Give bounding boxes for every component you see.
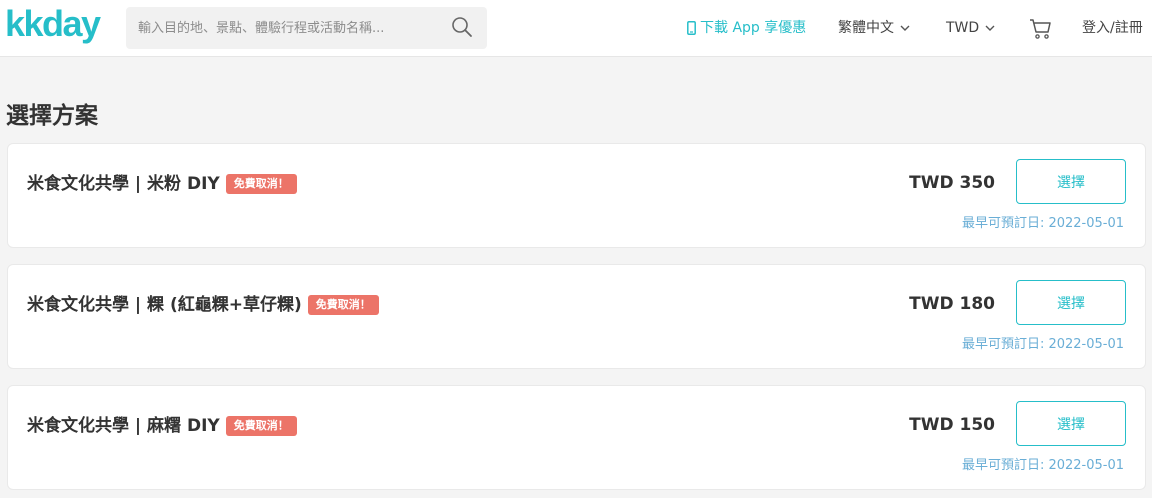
plan-title-wrap: 米食文化共學 | 麻糬 DIY 免費取消！ xyxy=(27,411,297,436)
language-selector[interactable]: 繁體中文 xyxy=(838,0,910,57)
free-cancel-badge: 免費取消！ xyxy=(225,416,297,436)
earliest-booking-date: 最早可預訂日: 2022-05-01 xyxy=(961,216,1124,231)
earliest-booking-date: 最早可預訂日: 2022-05-01 xyxy=(961,337,1124,352)
plan-card: 米食文化共學 | 麻糬 DIY 免費取消！ TWD 150 選擇 最早可預訂日: … xyxy=(7,385,1146,490)
free-cancel-badge: 免費取消！ xyxy=(307,295,379,315)
section-title: 選擇方案 xyxy=(6,103,98,129)
search-box xyxy=(126,7,487,49)
select-plan-button[interactable]: 選擇 xyxy=(1016,280,1126,325)
plan-price: TWD 180 xyxy=(909,294,995,314)
language-label: 繁體中文 xyxy=(838,20,894,36)
currency-label: TWD xyxy=(946,20,980,36)
mobile-phone-icon xyxy=(687,21,696,35)
app-download-label: 下載 App 享優惠 xyxy=(700,20,807,36)
plan-title-wrap: 米食文化共學 | 粿 (紅龜粿+草仔粿) 免費取消！ xyxy=(27,290,379,315)
plan-title-wrap: 米食文化共學 | 米粉 DIY 免費取消！ xyxy=(27,169,297,194)
cart-icon[interactable] xyxy=(1029,18,1053,40)
select-plan-button[interactable]: 選擇 xyxy=(1016,159,1126,204)
plan-card: 米食文化共學 | 粿 (紅龜粿+草仔粿) 免費取消！ TWD 180 選擇 最早可… xyxy=(7,264,1146,369)
select-plan-button[interactable]: 選擇 xyxy=(1016,401,1126,446)
plan-title: 米食文化共學 | 麻糬 DIY xyxy=(27,416,220,436)
top-header: kkday 下載 App 享優惠 繁體中文 TWD 登入/註冊 xyxy=(0,0,1152,57)
plan-price: TWD 350 xyxy=(909,173,995,193)
earliest-booking-date: 最早可預訂日: 2022-05-01 xyxy=(961,458,1124,473)
free-cancel-badge: 免費取消！ xyxy=(225,174,297,194)
plan-card: 米食文化共學 | 米粉 DIY 免費取消！ TWD 350 選擇 最早可預訂日: … xyxy=(7,143,1146,248)
plan-price: TWD 150 xyxy=(909,415,995,435)
svg-text:kkday: kkday xyxy=(5,5,101,44)
currency-selector[interactable]: TWD xyxy=(946,0,995,57)
app-download-link[interactable]: 下載 App 享優惠 xyxy=(687,0,806,57)
login-link[interactable]: 登入/註冊 xyxy=(1082,0,1143,57)
plan-title: 米食文化共學 | 米粉 DIY xyxy=(27,174,220,194)
search-icon[interactable] xyxy=(451,16,473,38)
chevron-down-icon xyxy=(985,25,995,31)
plan-title: 米食文化共學 | 粿 (紅龜粿+草仔粿) xyxy=(27,295,302,315)
search-input[interactable] xyxy=(126,7,436,49)
kkday-logo[interactable]: kkday xyxy=(4,5,108,49)
chevron-down-icon xyxy=(900,25,910,31)
